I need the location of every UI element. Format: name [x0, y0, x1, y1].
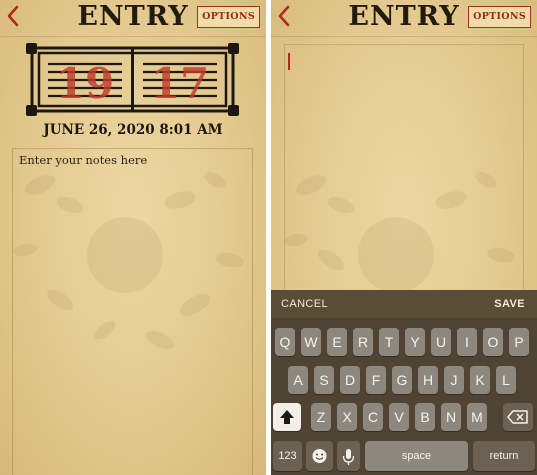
key-k[interactable]: K: [470, 366, 490, 394]
entry-view-screen: ENTRY OPTIONS 19 17 JUNE 26, 2020 8:01 A…: [0, 0, 266, 475]
notes-field[interactable]: Enter your notes here: [12, 148, 253, 475]
key-f[interactable]: F: [366, 366, 386, 394]
key-i[interactable]: I: [457, 328, 477, 356]
key-j[interactable]: J: [444, 366, 464, 394]
key-w[interactable]: W: [301, 328, 321, 356]
key-o[interactable]: O: [483, 328, 503, 356]
key-v[interactable]: V: [389, 403, 409, 431]
key-b[interactable]: B: [415, 403, 435, 431]
emoji-icon: [312, 449, 327, 463]
entry-number-left: 19: [56, 59, 114, 108]
notes-placeholder: Enter your notes here: [19, 153, 148, 167]
shift-arrow-icon: [280, 410, 294, 424]
return-key[interactable]: return: [473, 441, 535, 471]
top-bar: ENTRY OPTIONS: [0, 0, 266, 37]
keyboard-toolbar: CANCEL SAVE: [271, 290, 537, 318]
options-button[interactable]: OPTIONS: [197, 6, 260, 28]
key-a[interactable]: A: [288, 366, 308, 394]
key-l[interactable]: L: [496, 366, 516, 394]
key-q[interactable]: Q: [275, 328, 295, 356]
key-t[interactable]: T: [379, 328, 399, 356]
text-cursor: [288, 53, 290, 70]
save-button[interactable]: SAVE: [494, 290, 525, 318]
key-h[interactable]: H: [418, 366, 438, 394]
dictation-key[interactable]: [337, 441, 360, 471]
emoji-key[interactable]: [306, 441, 333, 471]
key-e[interactable]: E: [327, 328, 347, 356]
key-u[interactable]: U: [431, 328, 451, 356]
space-key[interactable]: space: [365, 441, 468, 471]
key-m[interactable]: M: [467, 403, 487, 431]
key-y[interactable]: Y: [405, 328, 425, 356]
numbers-key[interactable]: 123: [273, 441, 302, 471]
entry-date: JUNE 26, 2020 8:01 AM: [43, 122, 223, 138]
entry-edit-screen: ENTRY OPTIONS CANCEL SAVE Q W E R T Y U …: [271, 0, 537, 475]
backspace-key[interactable]: [503, 403, 533, 431]
key-x[interactable]: X: [337, 403, 357, 431]
key-s[interactable]: S: [314, 366, 334, 394]
entry-number-right: 17: [151, 59, 209, 108]
top-bar: ENTRY OPTIONS: [271, 0, 537, 37]
key-c[interactable]: C: [363, 403, 383, 431]
shift-key[interactable]: [273, 403, 301, 431]
key-d[interactable]: D: [340, 366, 360, 394]
onscreen-keyboard: Q W E R T Y U I O P A S D F G H J K L Z …: [271, 318, 537, 475]
key-p[interactable]: P: [509, 328, 529, 356]
key-z[interactable]: Z: [311, 403, 331, 431]
notes-editor[interactable]: [284, 44, 524, 292]
entry-number-badge: 19 17: [26, 43, 239, 116]
key-g[interactable]: G: [392, 366, 412, 394]
key-r[interactable]: R: [353, 328, 373, 356]
cancel-button[interactable]: CANCEL: [281, 290, 328, 318]
backspace-icon: [507, 410, 528, 424]
options-button[interactable]: OPTIONS: [468, 6, 531, 28]
key-n[interactable]: N: [441, 403, 461, 431]
microphone-icon: [342, 449, 355, 465]
